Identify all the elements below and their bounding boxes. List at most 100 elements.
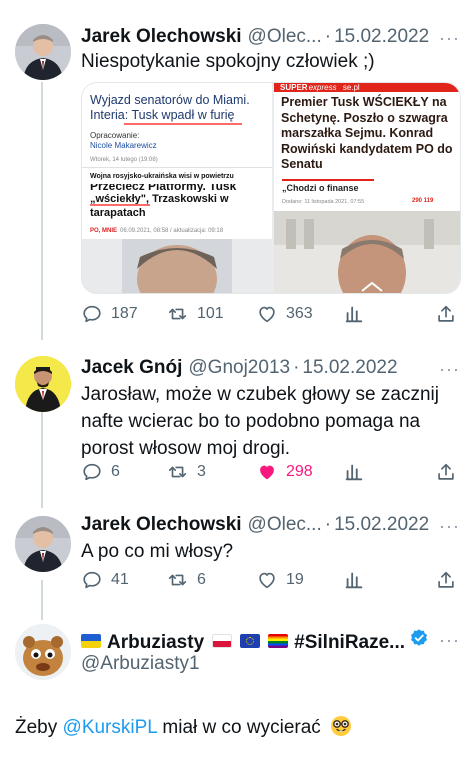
reply-count: 187 xyxy=(111,305,138,322)
author-handle[interactable]: @Gnoj2013 xyxy=(188,357,290,379)
author-name[interactable]: Jacek Gnój xyxy=(81,357,182,379)
media-image-superexpress[interactable]: SUPERexpress se.pl Premier Tusk WŚCIEKŁY… xyxy=(274,83,460,293)
mention-link[interactable]: @KurskiPL xyxy=(63,717,158,738)
ticker: Wojna rosyjsko-ukraińska wisi w powietrz… xyxy=(90,173,234,180)
author-name-suffix[interactable]: #SilniRaze... xyxy=(294,632,405,654)
like-icon xyxy=(259,306,275,323)
views-button[interactable] xyxy=(343,303,365,325)
text-before: Żeby xyxy=(15,717,63,738)
avatar[interactable] xyxy=(15,356,71,412)
tweet-media[interactable]: Wyjazd senatorów do Miami. Interia: Tusk… xyxy=(81,82,461,294)
tweet-header: Jacek Gnój @Gnoj2013 · 15.02.2022 xyxy=(81,357,466,381)
tweet-header: Jarek Olechowski @Olec... · 15.02.2022 xyxy=(81,26,466,50)
article-source-date: 06.09.2021, 08:58 / aktualizacja: 09:18 xyxy=(120,228,224,234)
se-snippet: „Chodzi o finanse xyxy=(282,183,359,193)
media-image-interia[interactable]: Wyjazd senatorów do Miami. Interia: Tusk… xyxy=(82,83,272,293)
eu-flag-icon xyxy=(240,634,261,648)
se-photo xyxy=(274,211,460,293)
reply-button[interactable]: 6 xyxy=(81,461,120,483)
verified-icon xyxy=(409,628,429,648)
retweet-button[interactable]: 3 xyxy=(167,461,206,483)
tweet-text: Niespotykanie spokojny człowiek ;) xyxy=(81,51,375,72)
se-count: 290 119 xyxy=(412,198,434,204)
views-button[interactable] xyxy=(343,569,365,591)
article-author: Nicole Makarewicz xyxy=(90,141,157,150)
text-after: miał w co wycierać xyxy=(157,717,321,738)
tweet-text: Żeby @KurskiPL miał w co wycierać xyxy=(15,715,465,741)
avatar[interactable] xyxy=(15,516,71,572)
author-name[interactable]: Arbuziasty xyxy=(107,632,204,654)
author-handle[interactable]: @Arbuziasty1 xyxy=(81,653,200,675)
thread-line-2 xyxy=(41,412,43,508)
reply-icon xyxy=(83,571,101,589)
separator: · xyxy=(324,26,332,47)
separator: · xyxy=(324,514,332,535)
tweet-text: Jarosław, może w czubek głowy se zacznij… xyxy=(81,384,439,459)
tweet-actions: 6 3 298 xyxy=(81,461,456,485)
like-button[interactable]: 19 xyxy=(256,569,304,591)
tweet-header: Arbuziasty #SilniRaze... xyxy=(81,628,466,654)
tweet-actions: 41 6 19 xyxy=(81,569,456,593)
tweet-date[interactable]: 15.02.2022 xyxy=(302,357,397,379)
se-logo: SUPER xyxy=(280,83,308,92)
more-icon[interactable]: ··· xyxy=(439,516,460,537)
retweet-icon xyxy=(168,574,187,586)
separator: · xyxy=(293,357,300,378)
author-handle[interactable]: @Olec... xyxy=(248,26,322,48)
thread-line-1 xyxy=(41,82,43,340)
reply-button[interactable]: 41 xyxy=(81,569,129,591)
retweet-button[interactable]: 101 xyxy=(167,303,224,325)
author-name[interactable]: Jarek Olechowski xyxy=(81,514,242,536)
tweet-text: A po co mi włosy? xyxy=(81,541,234,562)
share-icon xyxy=(438,571,454,588)
more-icon[interactable]: ··· xyxy=(439,28,460,49)
avatar[interactable] xyxy=(15,24,71,80)
retweet-count: 3 xyxy=(197,463,206,480)
like-button[interactable]: 298 xyxy=(256,461,313,483)
reply-count: 41 xyxy=(111,571,129,588)
rainbow-flag-icon xyxy=(268,634,289,648)
views-icon xyxy=(345,572,363,589)
reply-icon xyxy=(83,305,101,323)
nerd-face-emoji-icon xyxy=(330,715,352,737)
like-icon xyxy=(259,572,275,589)
share-button[interactable] xyxy=(435,569,457,591)
views-icon xyxy=(345,306,363,323)
share-icon xyxy=(438,463,454,480)
ukraine-flag-icon xyxy=(81,634,101,648)
like-button[interactable]: 363 xyxy=(256,303,313,325)
like-count: 298 xyxy=(286,463,313,480)
like-count: 363 xyxy=(286,305,313,322)
se-site: se.pl xyxy=(342,83,360,92)
tweet-date[interactable]: 15.02.2022 xyxy=(334,26,429,48)
author-handle[interactable]: @Olec... xyxy=(248,514,322,536)
avatar[interactable] xyxy=(15,624,71,680)
more-icon[interactable]: ··· xyxy=(439,359,460,380)
reply-icon xyxy=(83,463,101,481)
tweet-actions: 187 101 363 xyxy=(81,303,456,327)
article-source: PO, MNIE xyxy=(90,228,118,234)
like-count: 19 xyxy=(286,571,304,588)
reply-button[interactable]: 187 xyxy=(81,303,138,325)
views-button[interactable] xyxy=(343,461,365,483)
share-button[interactable] xyxy=(435,303,457,325)
tweet-date[interactable]: 15.02.2022 xyxy=(334,514,429,536)
retweet-icon xyxy=(168,308,187,320)
retweet-icon xyxy=(168,466,187,478)
handle-row: @Arbuziasty1 xyxy=(81,653,466,677)
retweet-button[interactable]: 6 xyxy=(167,569,206,591)
retweet-count: 101 xyxy=(197,305,224,322)
author-name[interactable]: Jarek Olechowski xyxy=(81,26,242,48)
article-headline: Wyjazd senatorów do Miami. Interia: Tusk… xyxy=(90,93,250,122)
share-button[interactable] xyxy=(435,461,457,483)
like-icon xyxy=(260,465,274,480)
thread-line-3 xyxy=(41,580,43,620)
more-icon[interactable]: ··· xyxy=(439,630,460,651)
share-icon xyxy=(438,305,454,322)
views-icon xyxy=(345,464,363,481)
tweet-header: Jarek Olechowski @Olec... · 15.02.2022 xyxy=(81,514,466,538)
se-logo-sub: express xyxy=(308,83,337,92)
retweet-count: 6 xyxy=(197,571,206,588)
article-date: Wtorek, 14 lutego (19:08) xyxy=(90,157,158,163)
author-label: Opracowanie: xyxy=(90,131,140,140)
